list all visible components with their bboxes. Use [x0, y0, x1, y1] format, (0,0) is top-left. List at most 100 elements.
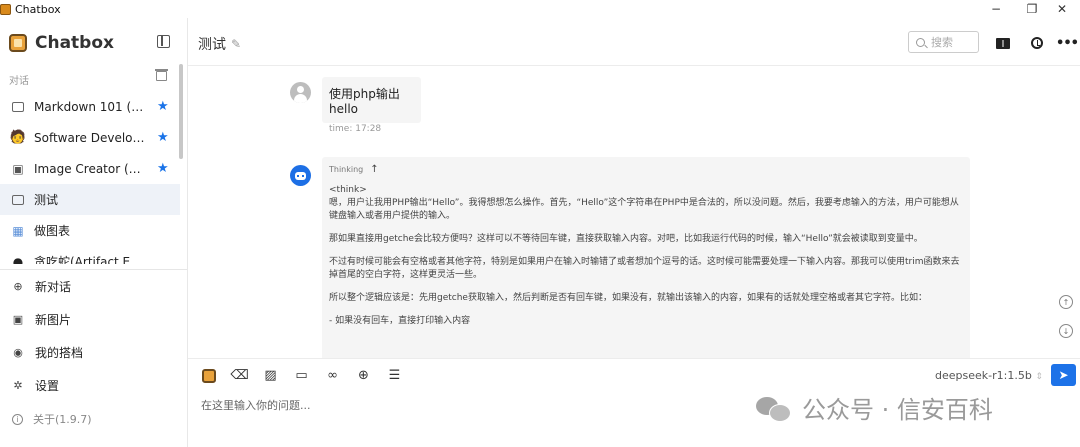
app-icon	[0, 3, 11, 15]
send-icon: ➤	[1058, 368, 1069, 382]
partner-button[interactable]	[200, 367, 217, 384]
image-icon: ▣	[12, 313, 24, 326]
scroll-up-button[interactable]: ↑	[1059, 295, 1073, 309]
minimize-button[interactable]: −	[978, 0, 1014, 18]
chat-header: 测试 ✎ 搜索 •••	[188, 18, 1080, 66]
sidebar: Chatbox 对话 Markdown 101 (Exa... ★ 🧑 Soft…	[0, 18, 188, 447]
toggle-panel-button[interactable]	[995, 35, 1011, 51]
more-icon: •••	[1056, 35, 1079, 51]
think-tag: <think>	[329, 185, 367, 195]
about-link[interactable]: i 关于(1.9.7)	[12, 411, 92, 427]
sliders-icon[interactable]: ☰	[386, 367, 403, 384]
gear-icon: ✲	[13, 379, 23, 392]
close-button[interactable]: ✕	[1044, 0, 1080, 18]
menu-label: 设置	[35, 379, 60, 393]
chatbox-logo-icon	[9, 34, 27, 52]
conversation-item-test[interactable]: 测试	[0, 184, 180, 215]
snake-avatar-icon: ●	[12, 254, 24, 265]
book-icon	[996, 37, 1010, 49]
chat-bubble-icon	[11, 100, 25, 114]
model-name: deepseek-r1:1.5b	[935, 369, 1032, 382]
conversation-item-image-creator[interactable]: ▣ Image Creator (Exa... ★	[0, 153, 180, 184]
image-icon[interactable]: ▨	[262, 367, 279, 384]
chevron-updown-icon: ⇕	[1035, 372, 1043, 382]
conversation-label: 测试	[34, 193, 59, 207]
conversation-label: Image Creator (Exa...	[34, 161, 148, 176]
assistant-message: Thinking ↑ <think> 嗯，用户让我用PHP输出“Hello”。我…	[322, 157, 970, 358]
message-input[interactable]: 在这里输入你的问题...	[201, 397, 311, 413]
thinking-paragraph: 所以整个逻辑应该是：先用getche获取输入，然后判断是否有回车键，如果没有，就…	[329, 293, 927, 303]
about-label: 关于(1.9.7)	[33, 413, 92, 426]
user-avatar	[290, 82, 311, 103]
archive-icon[interactable]	[155, 69, 168, 81]
globe-icon[interactable]: ⊕	[355, 367, 372, 384]
model-selector[interactable]: deepseek-r1:1.5b ⇕	[935, 369, 1043, 382]
thinking-paragraph: 那如果直接用getche会比较方便吗？这样可以不等待回车键，直接获取输入内容。对…	[329, 234, 923, 244]
settings-button[interactable]: ✲ 设置	[0, 369, 187, 402]
assistant-avatar	[290, 165, 311, 186]
history-button[interactable]	[1029, 35, 1045, 51]
plus-circle-icon: ⊕	[13, 280, 23, 293]
wechat-icon	[756, 395, 792, 422]
watermark-text: 公众号 · 信安百科	[802, 396, 993, 424]
new-chat-button[interactable]: ⊕ 新对话	[0, 270, 187, 303]
message-time: time: 17:28	[329, 124, 382, 134]
input-toolbar: ⌫ ▨ ▭ ∞ ⊕ ☰	[200, 367, 417, 384]
sidebar-menu: ⊕ 新对话 ▣ 新图片 ◉ 我的搭档 ✲ 设置	[0, 270, 187, 402]
watermark: 公众号 · 信安百科	[756, 390, 993, 425]
menu-label: 我的搭档	[35, 346, 84, 360]
search-icon	[916, 37, 925, 47]
arrow-up-icon: ↑	[370, 164, 379, 175]
conversation-item-snake[interactable]: ● 贪吃蛇(Artifact Example)	[0, 246, 180, 265]
robot-icon: ◉	[13, 346, 23, 359]
developer-avatar-icon: 🧑	[9, 130, 27, 145]
thinking-label: Thinking	[329, 165, 364, 174]
thinking-toggle[interactable]: Thinking ↑	[329, 163, 963, 176]
scroll-down-button[interactable]: ↓	[1059, 324, 1073, 338]
thinking-paragraph: 不过有时候可能会有空格或者其他字符，特别是如果用户在输入时输错了或者想加个逗号的…	[329, 257, 960, 280]
chat-bubble-icon	[11, 193, 25, 207]
chat-title: 测试 ✎	[198, 34, 241, 54]
brand-name: Chatbox	[35, 33, 114, 53]
chart-avatar-icon: ▦	[12, 223, 24, 238]
info-icon: i	[12, 413, 23, 425]
star-icon[interactable]: ★	[157, 161, 169, 176]
history-icon	[1031, 37, 1043, 49]
send-button[interactable]: ➤	[1051, 364, 1076, 386]
my-partners-button[interactable]: ◉ 我的搭档	[0, 336, 187, 369]
thinking-paragraph: - 如果没有回车，直接打印输入内容	[329, 316, 471, 326]
star-icon[interactable]: ★	[157, 99, 169, 114]
thinking-paragraph: 嗯，用户让我用PHP输出“Hello”。我得想想怎么操作。首先，“Hello”这…	[329, 198, 959, 221]
edit-icon[interactable]: ✎	[231, 37, 241, 51]
user-message: 使用php输出hello time: 17:28	[322, 77, 421, 134]
menu-label: 新对话	[35, 280, 72, 294]
conversation-item-charts[interactable]: ▦ 做图表	[0, 215, 180, 246]
star-icon[interactable]: ★	[157, 130, 169, 145]
folder-icon[interactable]: ▭	[293, 367, 310, 384]
more-button[interactable]: •••	[1056, 35, 1079, 51]
eraser-icon[interactable]: ⌫	[230, 367, 248, 384]
window-title: Chatbox	[15, 2, 61, 16]
search-placeholder: 搜索	[931, 36, 953, 49]
collapse-sidebar-icon[interactable]	[157, 35, 170, 48]
sidebar-scrollbar[interactable]	[179, 64, 183, 159]
message-list: 使用php输出hello time: 17:28 Thinking ↑ <thi…	[188, 66, 1080, 358]
brand: Chatbox	[9, 32, 114, 54]
title-bar: Chatbox	[0, 0, 1080, 18]
conversation-label: Markdown 101 (Exa...	[34, 99, 148, 114]
conversation-item-software-developer[interactable]: 🧑 Software Developer ... ★	[0, 122, 180, 153]
conversations-label: 对话	[9, 76, 29, 87]
conversation-label: Software Developer ...	[34, 130, 148, 145]
chatbox-logo-icon	[201, 368, 216, 383]
menu-label: 新图片	[35, 313, 72, 327]
conversation-list: Markdown 101 (Exa... ★ 🧑 Software Develo…	[0, 91, 180, 264]
conversation-label: 贪吃蛇(Artifact Example)	[34, 255, 148, 264]
conversation-label: 做图表	[34, 224, 71, 238]
user-message-text: 使用php输出hello	[329, 87, 400, 116]
link-icon[interactable]: ∞	[324, 367, 341, 384]
conversation-item-markdown[interactable]: Markdown 101 (Exa... ★	[0, 91, 180, 122]
chat-title-text: 测试	[198, 37, 226, 53]
image-icon: ▣	[12, 161, 24, 176]
new-image-button[interactable]: ▣ 新图片	[0, 303, 187, 336]
search-input[interactable]: 搜索	[908, 31, 979, 53]
